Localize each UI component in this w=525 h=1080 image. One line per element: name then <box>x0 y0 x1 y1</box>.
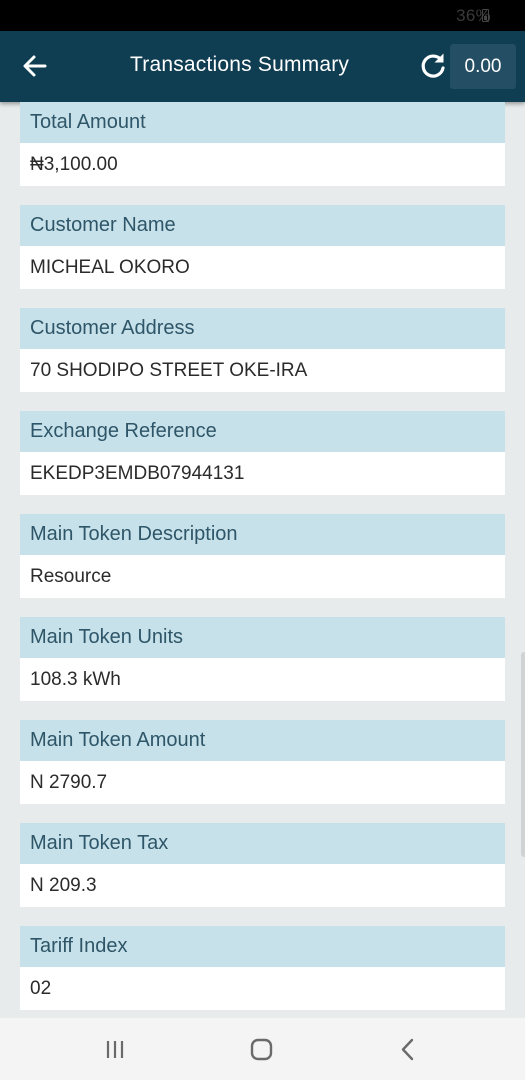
field-main-token-description: Main Token Description Resource <box>20 514 505 598</box>
field-value: N 209.3 <box>20 864 505 907</box>
field-value: MICHEAL OKORO <box>20 246 505 289</box>
arrow-left-icon <box>23 55 47 77</box>
refresh-icon <box>421 53 445 78</box>
field-tariff-index: Tariff Index 02 <box>20 926 505 1010</box>
system-back-button[interactable] <box>393 1036 423 1064</box>
scroll-indicator[interactable] <box>521 652 525 857</box>
home-icon <box>250 1038 273 1061</box>
field-value: N 2790.7 <box>20 761 505 804</box>
field-value: ₦3,100.00 <box>20 143 505 186</box>
field-label: Exchange Reference <box>20 411 505 452</box>
field-label: Main Token Units <box>20 617 505 658</box>
field-main-token-units: Main Token Units 108.3 kWh <box>20 617 505 701</box>
recents-icon <box>106 1041 124 1058</box>
field-exchange-reference: Exchange Reference EKEDP3EMDB07944131 <box>20 411 505 495</box>
back-button[interactable] <box>20 49 60 85</box>
app-bar: Transactions Summary 0.00 <box>0 31 525 102</box>
field-label: Tariff Index <box>20 926 505 967</box>
field-main-token-amount: Main Token Amount N 2790.7 <box>20 720 505 804</box>
field-value: 108.3 kWh <box>20 658 505 701</box>
field-customer-address: Customer Address 70 SHODIPO STREET OKE-I… <box>20 308 505 392</box>
refresh-button[interactable] <box>416 49 450 83</box>
field-label: Main Token Description <box>20 514 505 555</box>
field-label: Customer Address <box>20 308 505 349</box>
field-customer-name: Customer Name MICHEAL OKORO <box>20 205 505 289</box>
balance-display: 0.00 <box>450 44 516 89</box>
field-value: Resource <box>20 555 505 598</box>
chevron-left-icon <box>401 1038 414 1061</box>
field-total-amount: Total Amount ₦3,100.00 <box>20 102 505 186</box>
field-label: Main Token Amount <box>20 720 505 761</box>
field-label: Total Amount <box>20 102 505 143</box>
field-value: EKEDP3EMDB07944131 <box>20 452 505 495</box>
field-label: Customer Name <box>20 205 505 246</box>
field-value: 70 SHODIPO STREET OKE-IRA <box>20 349 505 392</box>
field-value: 02 <box>20 967 505 1010</box>
status-bar: 36% <box>0 0 525 31</box>
system-navigation-bar <box>0 1018 525 1080</box>
recents-button[interactable] <box>101 1036 131 1064</box>
home-button[interactable] <box>247 1036 277 1064</box>
field-label: Main Token Tax <box>20 823 505 864</box>
field-main-token-tax: Main Token Tax N 209.3 <box>20 823 505 907</box>
battery-icon <box>482 9 489 22</box>
transaction-details: Total Amount ₦3,100.00 Customer Name MIC… <box>0 102 525 1018</box>
page-title: Transactions Summary <box>130 53 350 76</box>
